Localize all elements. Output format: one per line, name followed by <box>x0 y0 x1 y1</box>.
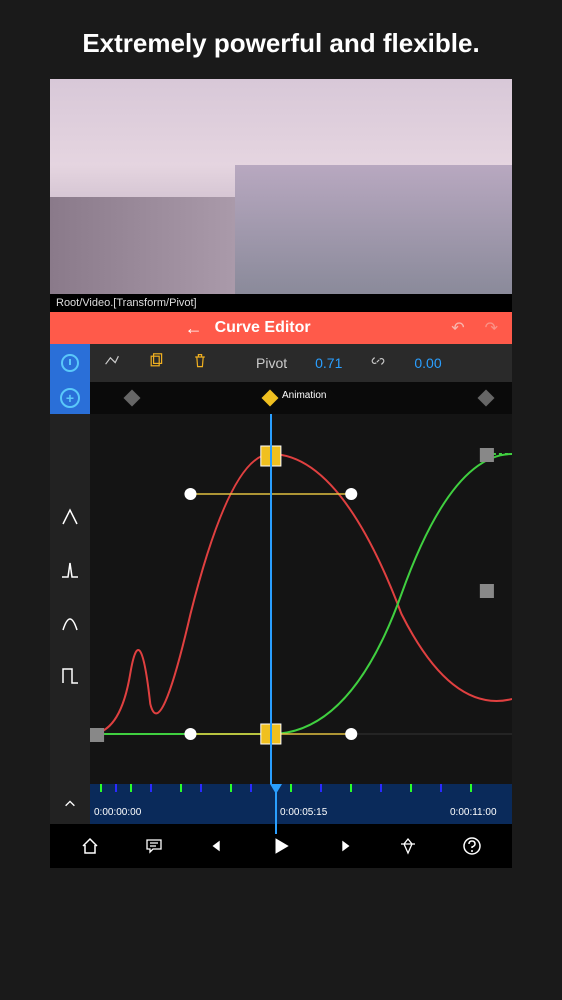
home-button[interactable] <box>70 826 110 866</box>
marketing-headline: Extremely powerful and flexible. <box>0 0 562 79</box>
keyframe-track[interactable]: Animation <box>90 382 512 414</box>
bottom-nav <box>50 824 512 868</box>
toolbar: Pivot 0.71 0.00 <box>50 344 512 382</box>
back-arrow-icon[interactable]: ← <box>185 318 203 339</box>
redo-button[interactable]: ↷ <box>481 318 502 338</box>
param-label: Pivot <box>256 355 287 371</box>
timeline: 0:00:00:00 0:00:05:15 0:00:11:00 <box>50 784 512 824</box>
spike-curve-icon[interactable] <box>60 560 80 585</box>
keyframe-marker-active[interactable] <box>262 390 279 407</box>
timecode-current: 0:00:05:15 <box>280 807 327 818</box>
animation-label: Animation <box>282 390 326 401</box>
timeline-track[interactable]: 0:00:00:00 0:00:05:15 0:00:11:00 <box>90 784 512 824</box>
param-value-2[interactable]: 0.00 <box>414 355 441 371</box>
expand-timeline-button[interactable] <box>50 784 90 824</box>
clock-tab[interactable] <box>50 344 90 382</box>
graph-area <box>50 414 512 784</box>
timecode-start: 0:00:00:00 <box>94 807 141 818</box>
curve-canvas[interactable] <box>90 414 512 784</box>
title-bar: ← Curve Editor ↶ ↷ <box>50 312 512 344</box>
panel-title: Curve Editor <box>215 319 311 337</box>
video-preview[interactable] <box>50 79 512 294</box>
play-button[interactable] <box>261 826 301 866</box>
bezier-curve-icon[interactable] <box>60 613 80 638</box>
undo-button[interactable]: ↶ <box>447 318 468 338</box>
copy-icon[interactable] <box>148 353 164 374</box>
plus-icon: + <box>60 388 80 408</box>
graph-icon[interactable] <box>104 353 120 374</box>
timecode-end: 0:00:11:00 <box>450 807 497 818</box>
breadcrumb[interactable]: Root/Video.[Transform/Pivot] <box>50 294 512 312</box>
playhead-line[interactable] <box>270 414 272 784</box>
help-button[interactable] <box>452 826 492 866</box>
trash-icon[interactable] <box>192 353 208 374</box>
link-icon[interactable] <box>370 353 386 374</box>
curve-tool-rail <box>50 414 90 784</box>
next-frame-button[interactable] <box>325 826 365 866</box>
linear-curve-icon[interactable] <box>60 507 80 532</box>
comment-button[interactable] <box>134 826 174 866</box>
keyframe-marker[interactable] <box>124 390 141 407</box>
step-curve-icon[interactable] <box>60 666 80 691</box>
param-value-1[interactable]: 0.71 <box>315 355 342 371</box>
add-keyframe-button[interactable]: + <box>50 382 90 414</box>
app-frame: Root/Video.[Transform/Pivot] ← Curve Edi… <box>50 79 512 868</box>
timeline-playhead[interactable] <box>270 784 282 794</box>
premium-button[interactable] <box>388 826 428 866</box>
prev-frame-button[interactable] <box>197 826 237 866</box>
keyframe-row: + Animation <box>50 382 512 414</box>
keyframe-marker[interactable] <box>478 390 495 407</box>
clock-icon <box>61 354 79 372</box>
